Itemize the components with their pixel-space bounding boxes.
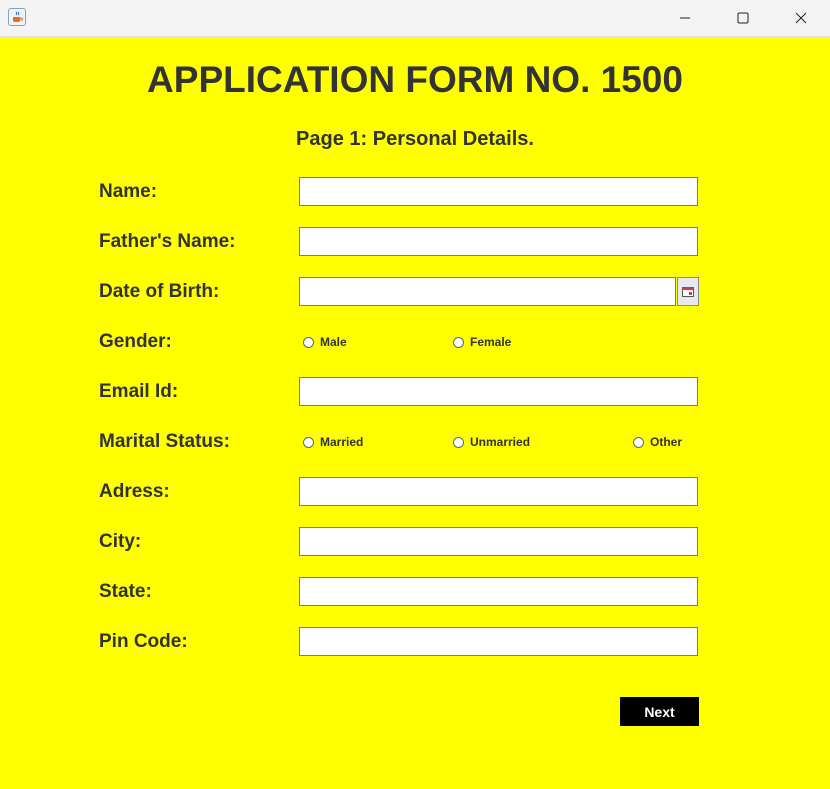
gender-male-radio[interactable]: Male	[303, 335, 347, 349]
radio-circle-icon[interactable]	[303, 336, 314, 348]
address-field[interactable]	[299, 477, 698, 506]
marital-married-label: Married	[320, 435, 364, 449]
minimize-button[interactable]	[656, 0, 714, 36]
marital-status-label: Marital Status:	[99, 431, 230, 452]
close-button[interactable]	[772, 0, 830, 36]
next-button[interactable]: Next	[620, 697, 699, 726]
father-name-field[interactable]	[299, 227, 698, 256]
dob-field[interactable]	[299, 277, 676, 306]
email-field[interactable]	[299, 377, 698, 406]
state-label: State:	[99, 581, 152, 602]
gender-female-radio[interactable]: Female	[453, 335, 511, 349]
city-label: City:	[99, 531, 142, 552]
maximize-icon	[737, 12, 749, 24]
marital-married-radio[interactable]: Married	[303, 435, 363, 449]
dob-label: Date of Birth:	[99, 281, 220, 302]
marital-other-label: Other	[650, 435, 683, 449]
pin-code-label: Pin Code:	[99, 631, 188, 652]
state-field[interactable]	[299, 577, 698, 606]
name-label: Name:	[99, 181, 158, 202]
gender-male-label: Male	[320, 335, 347, 349]
date-picker-button[interactable]	[677, 277, 699, 306]
name-field[interactable]	[299, 177, 698, 206]
address-label: Adress:	[99, 481, 170, 502]
radio-circle-icon[interactable]	[453, 336, 464, 348]
minimize-icon	[680, 17, 690, 19]
gender-label: Gender:	[99, 331, 172, 352]
java-cup-icon[interactable]	[8, 8, 26, 26]
email-label: Email Id:	[99, 381, 179, 402]
form-panel: APPLICATION FORM NO. 1500 Page 1: Person…	[0, 37, 830, 789]
marital-unmarried-radio[interactable]: Unmarried	[453, 435, 530, 449]
calendar-icon	[682, 286, 694, 297]
father-name-label: Father's Name:	[99, 231, 236, 252]
form-title: APPLICATION FORM NO. 1500	[147, 59, 683, 100]
city-field[interactable]	[299, 527, 698, 556]
marital-other-radio[interactable]: Other	[633, 435, 682, 449]
maximize-button[interactable]	[714, 0, 772, 36]
gender-female-label: Female	[470, 335, 512, 349]
radio-circle-icon[interactable]	[453, 436, 464, 448]
page-heading: Page 1: Personal Details.	[296, 128, 534, 150]
marital-unmarried-label: Unmarried	[470, 435, 531, 449]
title-bar	[0, 0, 830, 37]
close-icon	[795, 12, 807, 24]
radio-circle-icon[interactable]	[303, 436, 314, 448]
radio-circle-icon[interactable]	[633, 436, 644, 448]
pin-code-field[interactable]	[299, 627, 698, 656]
